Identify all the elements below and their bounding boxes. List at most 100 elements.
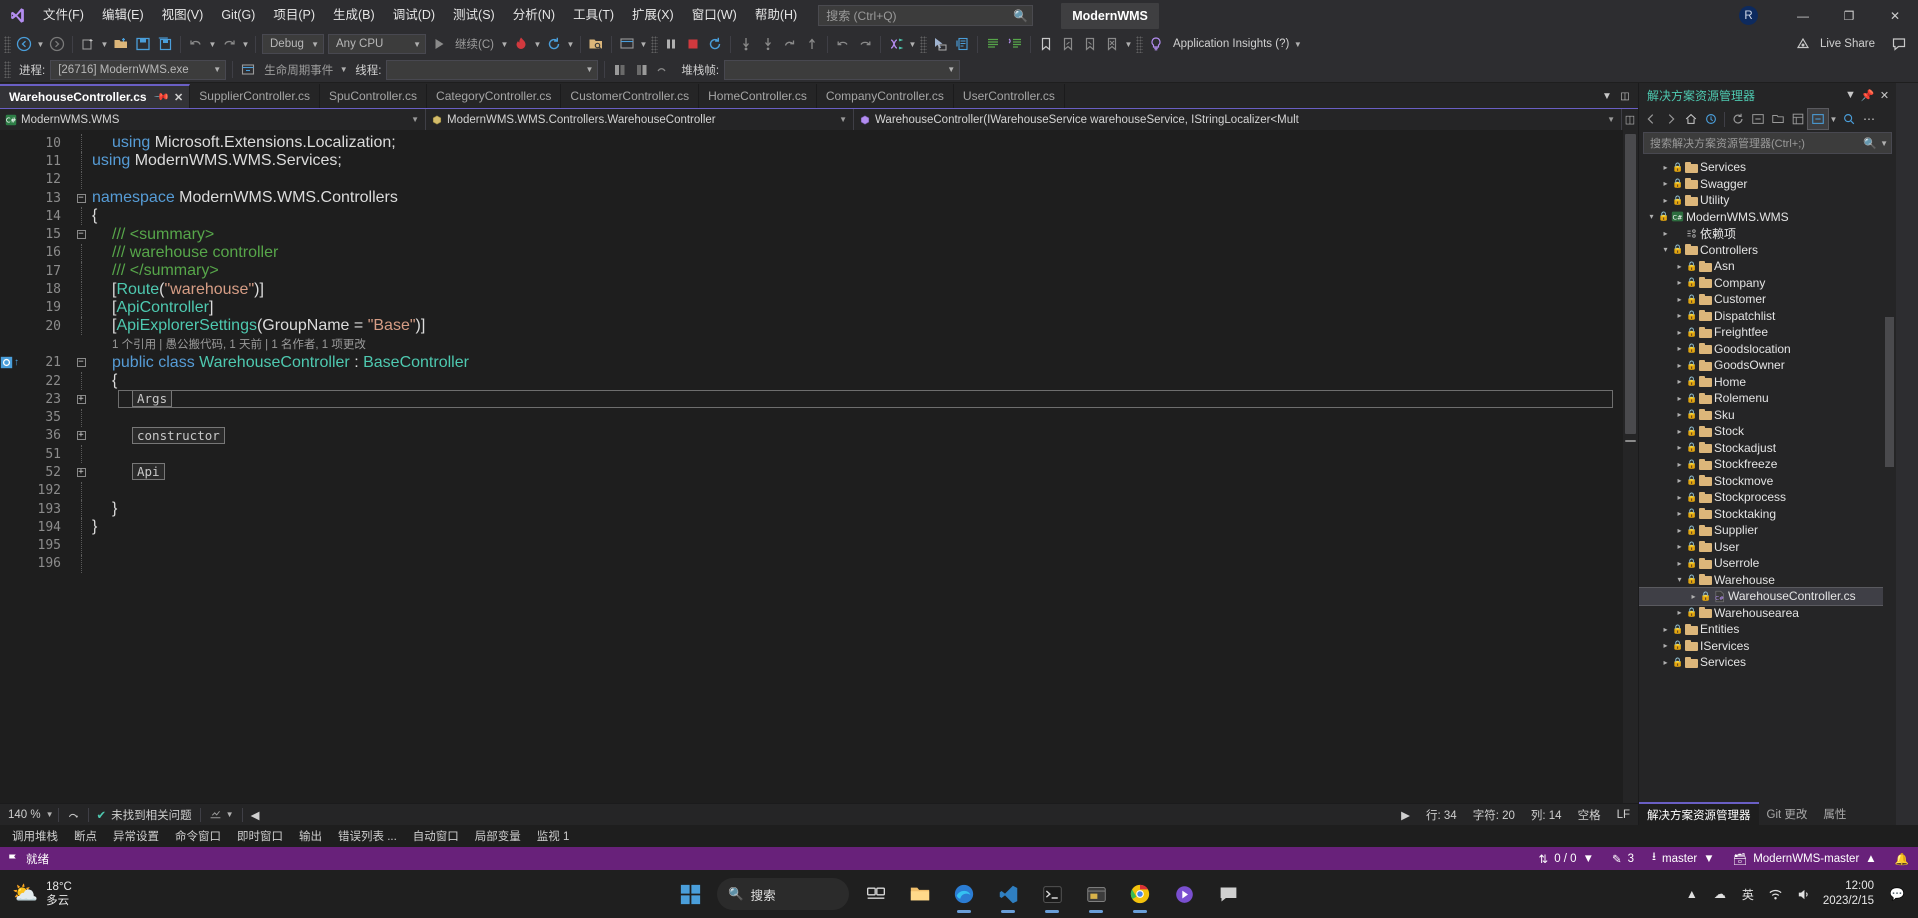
code-line[interactable]: 195: [0, 536, 1623, 555]
start-debugging-icon[interactable]: [428, 33, 450, 55]
tab-locals[interactable]: 局部变量: [467, 825, 529, 847]
step-over-icon[interactable]: [757, 33, 779, 55]
tree-node[interactable]: ▸ 🔒 Stocktaking: [1639, 506, 1896, 523]
chevron-right-icon[interactable]: ▸: [1673, 328, 1686, 337]
menu-project[interactable]: 项目(P): [264, 0, 324, 31]
menu-window[interactable]: 窗口(W): [683, 0, 746, 31]
scroll-right-icon[interactable]: ▶: [1393, 808, 1418, 822]
chevron-right-icon[interactable]: ▸: [1673, 427, 1686, 436]
clear-bookmarks-icon[interactable]: [1101, 33, 1123, 55]
next-bookmark-icon[interactable]: [1079, 33, 1101, 55]
tab-warehousecontroller[interactable]: WarehouseController.cs 📌 ✕: [0, 84, 191, 108]
undo-icon[interactable]: [185, 33, 207, 55]
code-text[interactable]: public class WarehouseController : BaseC…: [112, 354, 1623, 372]
live-share-icon[interactable]: [1792, 33, 1814, 55]
tree-node[interactable]: ▸ 🔒 Stockmove: [1639, 473, 1896, 490]
stack-frame-next-icon[interactable]: [631, 59, 653, 81]
collapsed-region[interactable]: constructor: [132, 426, 1623, 445]
ime-language-indicator[interactable]: 英: [1735, 874, 1761, 914]
step-up-icon[interactable]: [801, 33, 823, 55]
toolbar-grip[interactable]: [4, 61, 11, 78]
solution-tree-scrollbar[interactable]: [1883, 157, 1896, 801]
code-line[interactable]: 14 {: [0, 207, 1623, 226]
toggle-window-icon[interactable]: [616, 33, 638, 55]
previous-bookmark-icon[interactable]: [1057, 33, 1079, 55]
solution-configuration-select[interactable]: Debug ▼: [262, 34, 324, 54]
tree-node[interactable]: ▸ 🔒 Goodslocation: [1639, 341, 1896, 358]
pin-icon[interactable]: 📌: [153, 89, 170, 106]
new-project-icon[interactable]: [77, 33, 99, 55]
notifications-icon[interactable]: 🔔: [1886, 847, 1918, 870]
tab-immediate-window[interactable]: 即时窗口: [229, 825, 291, 847]
comment-lines-icon[interactable]: [982, 33, 1004, 55]
codelens-info[interactable]: 1 个引用 | 愚公搬代码, 1 天前 | 1 名作者, 1 项更改: [112, 335, 1623, 353]
live-share-label[interactable]: Live Share: [1814, 38, 1878, 50]
code-text[interactable]: /// warehouse controller: [112, 244, 1623, 262]
snapshot-icon[interactable]: [951, 33, 973, 55]
chevron-right-icon[interactable]: ▸: [1673, 311, 1686, 320]
tree-node[interactable]: ▸ 🔒 Rolemenu: [1639, 390, 1896, 407]
tab-suppliercontroller[interactable]: SupplierController.cs: [190, 84, 320, 108]
avatar[interactable]: R: [1739, 6, 1758, 25]
menu-test[interactable]: 测试(S): [444, 0, 504, 31]
code-line[interactable]: 17 /// </summary>: [0, 262, 1623, 281]
chevron-right-icon[interactable]: ▸: [1659, 179, 1672, 188]
weather-widget[interactable]: ⛅ 18°C 多云: [0, 880, 180, 908]
chevron-right-icon[interactable]: ▸: [1659, 641, 1672, 650]
lifecycle-dropdown-icon[interactable]: ▼: [338, 59, 349, 81]
menu-view[interactable]: 视图(V): [153, 0, 213, 31]
breadcrumb-member[interactable]: WarehouseController(IWarehouseService wa…: [854, 109, 1622, 130]
tree-node[interactable]: ▸ 🔒 Swagger: [1639, 176, 1896, 193]
navigate-back-icon[interactable]: [13, 33, 35, 55]
volume-icon[interactable]: [1791, 874, 1817, 914]
properties-icon[interactable]: [1788, 109, 1808, 129]
close-icon[interactable]: ✕: [1876, 85, 1893, 105]
chevron-right-icon[interactable]: ▸: [1673, 344, 1686, 353]
uncomment-lines-icon[interactable]: [1004, 33, 1026, 55]
tree-node[interactable]: ▸ 🔒 Dispatchlist: [1639, 308, 1896, 325]
code-line[interactable]: ↑ 21− public class WarehouseController : B…: [0, 354, 1623, 372]
save-icon[interactable]: [132, 33, 154, 55]
code-line[interactable]: 52 + Api: [0, 463, 1623, 481]
expand-region-icon[interactable]: +: [70, 394, 92, 404]
chevron-right-icon[interactable]: ▸: [1673, 608, 1686, 617]
code-text[interactable]: /// </summary>: [112, 262, 1623, 280]
terminal-icon[interactable]: [1031, 873, 1073, 915]
expand-region-icon[interactable]: +: [70, 467, 92, 477]
chevron-right-icon[interactable]: ▸: [1673, 262, 1686, 271]
code-line[interactable]: 51: [0, 445, 1623, 464]
undo-nav-icon[interactable]: [832, 33, 854, 55]
start-dropdown-icon[interactable]: ▼: [499, 33, 510, 55]
code-text[interactable]: {: [92, 207, 1623, 225]
menu-build[interactable]: 生成(B): [324, 0, 384, 31]
chevron-right-icon[interactable]: ▸: [1659, 229, 1672, 238]
breadcrumb-type[interactable]: ModernWMS.WMS.Controllers.WarehouseContr…: [426, 109, 854, 130]
toolbox-vertical-tab[interactable]: [1904, 143, 1910, 159]
menu-extensions[interactable]: 扩展(X): [623, 0, 683, 31]
code-line[interactable]: 35: [0, 408, 1623, 427]
collapse-region-icon[interactable]: −: [70, 358, 92, 368]
stack-frame-prev-icon[interactable]: [609, 59, 631, 81]
lifecycle-events-label[interactable]: 生命周期事件: [259, 62, 338, 78]
tree-node[interactable]: ▸ 🔒 User: [1639, 539, 1896, 556]
tree-node[interactable]: ▸ 🔒 Customer: [1639, 291, 1896, 308]
media-player-icon[interactable]: [1163, 873, 1205, 915]
process-select[interactable]: [26716] ModernWMS.exe ▼: [50, 59, 227, 80]
scroll-left-icon[interactable]: ◀: [243, 808, 268, 822]
tab-command-window[interactable]: 命令窗口: [167, 825, 229, 847]
menu-debug[interactable]: 调试(D): [384, 0, 444, 31]
code-line[interactable]: 16 /// warehouse controller: [0, 243, 1623, 262]
tree-node[interactable]: ▸ 🔒 Userrole: [1639, 555, 1896, 572]
preview-selected-icon[interactable]: [1807, 108, 1829, 130]
chevron-right-icon[interactable]: ▸: [1673, 295, 1686, 304]
tab-breakpoints[interactable]: 断点: [66, 825, 105, 847]
tab-properties[interactable]: 属性: [1815, 802, 1854, 825]
tree-node[interactable]: ▸ 🔒 GoodsOwner: [1639, 357, 1896, 374]
tree-node[interactable]: ▾ 🔒 Controllers: [1639, 242, 1896, 259]
code-text[interactable]: using Microsoft.Extensions.Localization;: [112, 134, 1623, 152]
pending-changes-icon[interactable]: [1701, 109, 1721, 129]
code-lines[interactable]: 10 using Microsoft.Extensions.Localizatio…: [0, 134, 1623, 573]
code-line[interactable]: 194}: [0, 518, 1623, 537]
code-line[interactable]: 36 + constructor: [0, 426, 1623, 445]
hot-reload-dropdown-icon[interactable]: ▼: [532, 33, 543, 55]
